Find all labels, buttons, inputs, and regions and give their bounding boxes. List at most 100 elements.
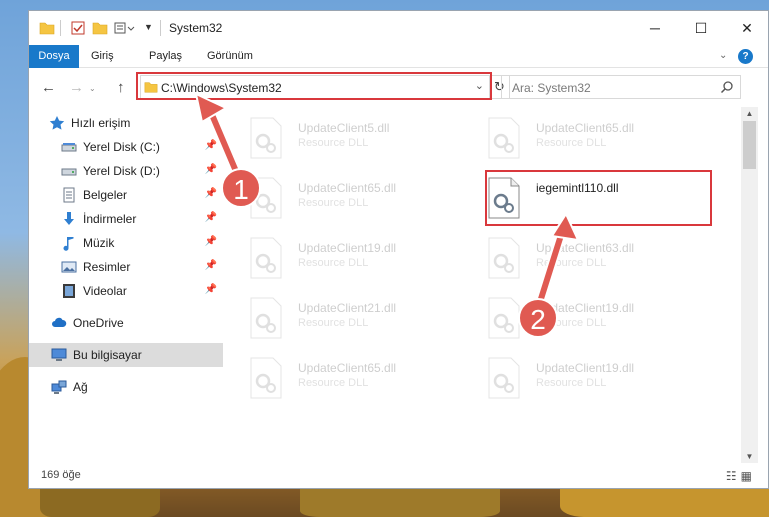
file-type: Resource DLL [298,377,369,389]
qa-dropdown-icon[interactable]: ▼ [144,22,153,38]
forward-button[interactable]: → [69,79,84,96]
cloud-icon [52,317,67,327]
file-list: UpdateClient5.dll Resource DLL UpdateCli… [235,107,739,463]
sidebar-item-videos[interactable]: Videolar 📌 [29,279,223,303]
file-type: Resource DLL [536,377,607,389]
search-icon [720,81,733,94]
file-tile[interactable]: UpdateClient65.dll Resource DLL [241,353,471,405]
sidebar-item-label: Videolar [83,284,127,298]
sidebar-item-this-pc[interactable]: Bu bilgisayar [29,343,223,367]
file-name: UpdateClient19.dll [298,241,397,255]
window-title: System32 [169,21,223,35]
address-highlight [136,72,492,100]
documents-icon [63,187,75,203]
file-name: UpdateClient63.dll [536,241,635,255]
close-button[interactable]: ✕ [724,11,769,45]
vertical-scrollbar[interactable]: ▲ ▼ [741,107,758,463]
sidebar-item-label: Belgeler [83,188,128,202]
back-button[interactable]: ← [41,79,56,96]
file-highlight [485,170,712,226]
file-tile[interactable]: UpdateClient63.dll Resource DLL [479,233,709,285]
scroll-down-icon[interactable]: ▼ [741,452,758,461]
file-tile[interactable]: UpdateClient65.dll Resource DLL [479,113,709,165]
pin-icon[interactable]: 📌 [205,164,217,175]
pin-icon[interactable]: 📌 [205,236,217,247]
sidebar-item-pictures[interactable]: Resimler 📌 [29,255,223,279]
recent-locations-icon[interactable]: ⌄ [89,84,96,93]
pin-icon[interactable]: 📌 [205,260,217,271]
new-folder-icon[interactable] [92,20,108,36]
file-name: UpdateClient65.dll [298,181,397,195]
sidebar-item-label: OneDrive [73,316,124,330]
sidebar-item-label: Hızlı erişim [71,116,131,130]
sidebar-item-documents[interactable]: Belgeler 📌 [29,183,223,207]
search-placeholder: Ara: System32 [512,81,591,95]
properties-icon[interactable] [70,20,86,36]
item-count: 169 öğe [41,469,81,481]
sidebar-item-downloads[interactable]: İndirmeler 📌 [29,207,223,231]
file-tile[interactable]: UpdateClient21.dll Resource DLL [241,293,471,345]
file-type: Resource DLL [298,317,369,329]
network-icon [51,380,67,394]
drive-icon [61,143,77,152]
sidebar-item-label: Ağ [73,380,88,394]
file-name: UpdateClient65.dll [536,121,635,135]
sidebar-item-music[interactable]: Müzik 📌 [29,231,223,255]
pin-icon[interactable]: 📌 [205,212,217,223]
ribbon-expand-icon[interactable]: ⌄ [719,50,727,61]
pin-icon[interactable]: 📌 [205,284,217,295]
maximize-button[interactable]: ☐ [678,11,724,45]
status-bar: 169 öğe ☷▦ [29,463,768,489]
ribbon: Dosya Giriş Paylaş Görünüm ⌄ ? [29,45,768,68]
music-icon [63,237,74,251]
folder-icon [39,22,55,35]
file-tile[interactable]: UpdateClient5.dll Resource DLL [241,113,471,165]
dll-file-icon [250,117,282,159]
file-type: Resource DLL [298,137,369,149]
sidebar-item-quick-access[interactable]: Hızlı erişim [29,111,223,135]
sidebar-item-label: Resimler [83,260,131,274]
details-view-icon[interactable]: ☷ [726,469,741,483]
computer-icon [51,348,67,361]
search-box[interactable]: Ara: System32 [501,75,741,99]
file-tile[interactable]: UpdateClient19.dll Resource DLL [479,293,709,345]
dll-file-icon [488,117,520,159]
drive-icon [61,168,77,176]
file-type: Resource DLL [536,137,607,149]
file-tile[interactable]: UpdateClient65.dll Resource DLL [241,173,471,225]
sidebar-item-onedrive[interactable]: OneDrive [29,311,223,335]
sidebar-item-label: Bu bilgisayar [73,348,142,362]
sidebar-item-local-disk-c[interactable]: Yerel Disk (C:) 📌 [29,135,223,159]
help-icon[interactable]: ? [738,49,753,64]
sidebar-item-network[interactable]: Ağ [29,375,223,399]
sidebar-item-local-disk-d[interactable]: Yerel Disk (D:) 📌 [29,159,223,183]
pin-icon[interactable]: 📌 [205,140,217,151]
dll-file-icon [250,237,282,279]
download-icon [64,212,74,225]
scroll-up-icon[interactable]: ▲ [741,109,758,118]
up-button[interactable]: ↑ [117,79,125,96]
dll-file-icon [250,357,282,399]
dll-file-icon [250,297,282,339]
view-toggle: ☷▦ [726,469,756,483]
file-type: Resource DLL [298,257,369,269]
file-tile[interactable]: UpdateClient19.dll Resource DLL [479,353,709,405]
sidebar-item-label: İndirmeler [83,212,137,226]
step-badge-1: 1 [221,168,261,208]
customize-toolbar-icon[interactable] [114,20,136,36]
dll-file-icon [488,297,520,339]
step-badge-2: 2 [518,298,558,338]
sidebar-item-label: Yerel Disk (C:) [83,140,160,154]
scrollbar-thumb[interactable] [743,121,756,169]
tab-home[interactable]: Giriş [79,45,126,68]
title-bar: ▼ System32 ─ ☐ ✕ [29,11,768,45]
tab-view[interactable]: Görünüm [195,45,265,68]
tiles-view-icon[interactable]: ▦ [741,469,756,483]
minimize-button[interactable]: ─ [632,11,678,45]
tab-file[interactable]: Dosya [29,45,79,68]
star-icon [49,116,65,130]
tab-share[interactable]: Paylaş [137,45,194,68]
pin-icon[interactable]: 📌 [205,188,217,199]
navigation-pane: Hızlı erişim Yerel Disk (C:) 📌 Yerel Dis… [29,107,223,463]
file-tile[interactable]: UpdateClient19.dll Resource DLL [241,233,471,285]
